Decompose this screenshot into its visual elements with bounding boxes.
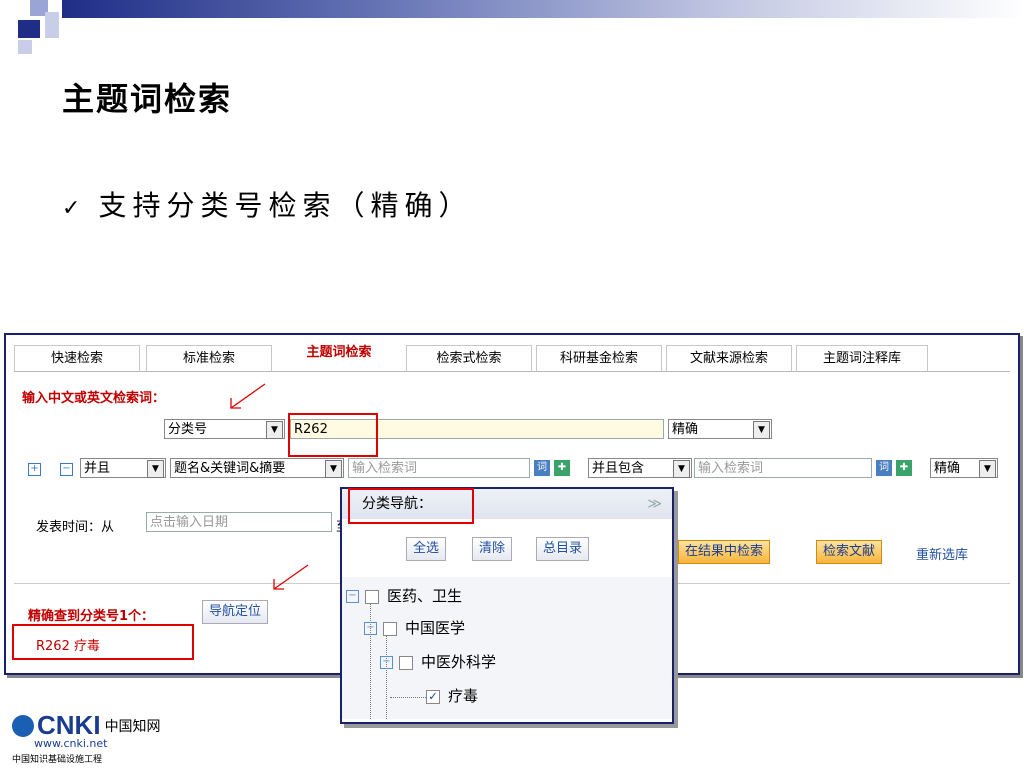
checkbox-checked[interactable]: ✓	[426, 689, 440, 704]
logic-select-value: 并且	[84, 461, 111, 476]
chevron-down-icon: ▼	[266, 421, 283, 439]
cnki-logo: CNKI 中国知网 www.cnki.net 中国知识基础设施工程	[12, 710, 161, 765]
tree-item-label: 中国医学	[405, 619, 466, 637]
logic-select[interactable]: 并且 ▼	[80, 458, 166, 478]
type-select[interactable]: 分类号 ▼	[164, 419, 285, 439]
contain-select-value: 并且包含	[592, 461, 645, 476]
tab-subject-search[interactable]: 主题词检索	[276, 339, 402, 372]
highlight-result-item	[12, 624, 194, 660]
logo-subtitle: 中国知识基础设施工程	[12, 755, 103, 765]
date-from-placeholder: 点击输入日期	[150, 515, 229, 530]
tab-source-search[interactable]: 文献来源检索	[666, 345, 792, 372]
chevron-down-icon: ▼	[325, 460, 342, 478]
date-label: 发表时间：从	[36, 516, 114, 535]
search-docs-button[interactable]: 检索文献	[816, 540, 883, 564]
match-select-2-value: 精确	[934, 461, 961, 476]
checkbox[interactable]	[399, 655, 413, 670]
chevron-down-icon: ▼	[753, 421, 770, 439]
select-all-button[interactable]: 全选	[406, 537, 447, 561]
contain-select[interactable]: 并且包含 ▼	[588, 458, 692, 478]
type-select-value: 分类号	[168, 422, 208, 437]
date-from-label: 从	[101, 520, 115, 535]
expand-icon[interactable]: ✚	[896, 460, 912, 476]
collapse-icon[interactable]: −	[346, 590, 359, 603]
tree-item-label: 疗毒	[448, 687, 479, 705]
highlight-search-input	[288, 413, 378, 457]
field-select[interactable]: 题名&关键词&摘要 ▼	[170, 458, 344, 478]
chevron-down-icon: ▼	[673, 460, 690, 478]
tree-item-chinese-medicine[interactable]: − 中国医学	[364, 617, 465, 638]
globe-icon	[12, 714, 34, 737]
tab-expression-search[interactable]: 检索式检索	[406, 345, 532, 372]
remove-row-button[interactable]: −	[60, 463, 73, 476]
tree-item-tcm-surgery[interactable]: − 中医外科学	[380, 651, 496, 672]
add-row-button[interactable]: +	[28, 463, 41, 476]
slide-bullet: ✓ 支持分类号检索（精确）	[62, 184, 472, 224]
tab-subject-annotation[interactable]: 主题词注释库	[796, 345, 928, 372]
slide-top-bar	[62, 0, 1024, 18]
checkbox[interactable]	[383, 621, 397, 636]
clear-button[interactable]: 清除	[472, 537, 513, 561]
collapse-icon[interactable]: −	[364, 622, 377, 635]
catalog-button[interactable]: 总目录	[536, 537, 590, 561]
collapse-icon[interactable]: ≫	[647, 489, 662, 519]
locate-button[interactable]: 导航定位	[202, 600, 269, 624]
keyword-input-1[interactable]: 输入检索词	[348, 458, 530, 478]
match-select-2[interactable]: 精确 ▼	[930, 458, 998, 478]
date-label-text: 发表时间：	[36, 520, 102, 535]
tree-item-furuncle[interactable]: ✓ 疗毒	[426, 685, 478, 706]
chevron-down-icon: ▼	[147, 460, 164, 478]
keyword-input-1-placeholder: 输入检索词	[352, 461, 418, 476]
annotation-arrow-icon	[273, 564, 309, 590]
bullet-text: 支持分类号检索（精确）	[98, 189, 473, 222]
tab-fund-search[interactable]: 科研基金检索	[536, 345, 662, 372]
result-found-text: 精确查到分类号1个：	[28, 609, 155, 624]
search-in-results-button[interactable]: 在结果中检索	[678, 540, 771, 564]
tree-item-label: 中医外科学	[421, 653, 497, 671]
search-prompt: 输入中文或英文检索词：	[22, 391, 166, 406]
logo-url: www.cnki.net	[34, 737, 108, 750]
slide-title: 主题词检索	[62, 80, 233, 118]
match-select[interactable]: 精确 ▼	[668, 419, 772, 439]
chevron-down-icon: ▼	[979, 460, 996, 478]
dictionary-icon[interactable]: 词	[876, 460, 892, 476]
date-from-input[interactable]: 点击输入日期	[146, 512, 332, 532]
keyword-input-2-placeholder: 输入检索词	[698, 461, 764, 476]
match-select-value: 精确	[672, 422, 699, 437]
keyword-input-2[interactable]: 输入检索词	[694, 458, 872, 478]
dictionary-icon[interactable]: 词	[534, 460, 550, 476]
check-icon: ✓	[62, 196, 81, 221]
checkbox[interactable]	[365, 589, 379, 604]
tab-divider	[14, 371, 1010, 372]
annotation-arrow-icon	[230, 383, 266, 409]
field-select-value: 题名&关键词&摘要	[174, 461, 286, 476]
expand-icon[interactable]: ✚	[554, 460, 570, 476]
tab-quick-search[interactable]: 快速检索	[14, 345, 140, 372]
collapse-icon[interactable]: −	[380, 656, 393, 669]
tree-item-medicine[interactable]: − 医药、卫生	[346, 585, 462, 606]
tree-item-label: 医药、卫生	[387, 587, 463, 605]
tab-standard-search[interactable]: 标准检索	[146, 345, 272, 372]
reselect-db-link[interactable]: 重新选库	[916, 544, 968, 563]
highlight-popup-title	[348, 488, 474, 524]
logo-chinese: 中国知网	[104, 718, 161, 735]
